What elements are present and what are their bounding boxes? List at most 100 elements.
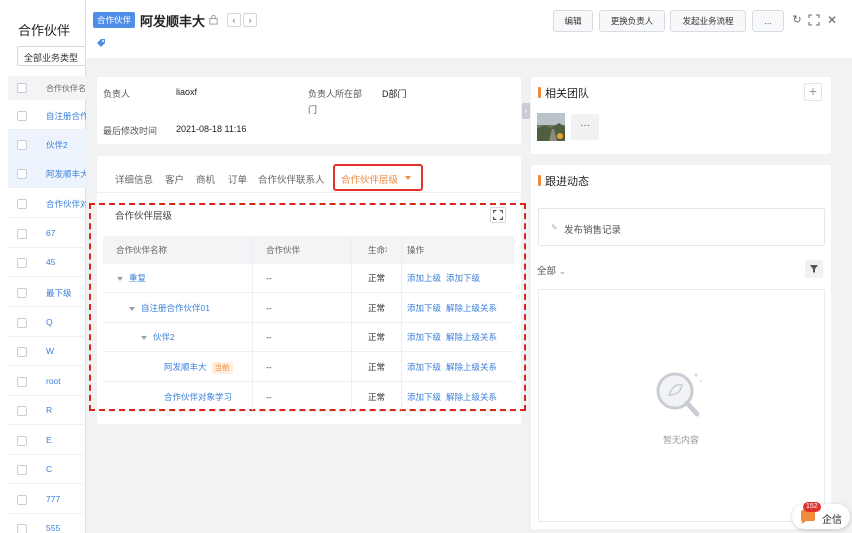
fullscreen-icon[interactable] bbox=[808, 14, 820, 26]
list-row[interactable]: E bbox=[8, 426, 86, 455]
add-child-link[interactable]: 添加下级 bbox=[407, 332, 441, 342]
row-checkbox[interactable] bbox=[17, 495, 27, 505]
row-name-link[interactable]: 777 bbox=[46, 494, 60, 504]
row-name-link[interactable]: 67 bbox=[46, 228, 55, 238]
list-row[interactable]: root bbox=[8, 367, 86, 396]
tag-link-icon[interactable] bbox=[95, 37, 107, 49]
current-badge: 当前 bbox=[211, 361, 233, 374]
remove-parent-link[interactable]: 解除上级关系 bbox=[446, 332, 497, 342]
row-name-link[interactable]: 自注册合作 bbox=[46, 110, 89, 122]
activity-filter-dropdown[interactable]: 全部 ⌄ bbox=[537, 263, 566, 277]
tab-orders[interactable]: 订单 bbox=[228, 172, 247, 186]
hierarchy-name-cell[interactable]: 合作伙伴对象学习 bbox=[164, 383, 232, 412]
row-checkbox[interactable] bbox=[17, 169, 27, 179]
list-row[interactable]: R bbox=[8, 396, 86, 425]
row-checkbox[interactable] bbox=[17, 436, 27, 446]
remove-parent-link[interactable]: 解除上级关系 bbox=[446, 392, 497, 402]
row-name-link[interactable]: W bbox=[46, 346, 54, 356]
row-name-link[interactable]: Q bbox=[46, 317, 53, 327]
list-row[interactable]: 伙伴2 bbox=[8, 130, 86, 159]
close-icon[interactable]: ✕ bbox=[826, 14, 838, 26]
row-name-link[interactable]: C bbox=[46, 464, 52, 474]
row-checkbox[interactable] bbox=[17, 199, 27, 209]
list-header: 合作伙伴名称 bbox=[8, 76, 94, 100]
row-name-link[interactable]: R bbox=[46, 405, 52, 415]
row-name-link[interactable]: root bbox=[46, 376, 61, 386]
list-row[interactable]: W bbox=[8, 337, 86, 366]
object-type-tag: 合作伙伴 bbox=[93, 12, 136, 28]
row-name-link[interactable]: 最下级 bbox=[46, 287, 72, 299]
hierarchy-name-cell[interactable]: 自注册合作伙伴01 bbox=[129, 294, 210, 323]
tab-details[interactable]: 详细信息 bbox=[115, 172, 153, 186]
column-header-partner: 合作伙伴 bbox=[252, 236, 351, 264]
expand-icon[interactable] bbox=[490, 207, 506, 223]
row-checkbox[interactable] bbox=[17, 111, 27, 121]
add-child-link[interactable]: 添加下级 bbox=[407, 362, 441, 372]
tab-partner-hierarchy[interactable]: 合作伙伴层级 bbox=[333, 164, 423, 191]
next-record-button[interactable]: › bbox=[243, 13, 257, 27]
add-member-button[interactable]: + bbox=[804, 83, 822, 101]
row-checkbox[interactable] bbox=[17, 288, 27, 298]
member-avatar[interactable] bbox=[537, 113, 565, 141]
list-row[interactable]: 阿发顺丰大 bbox=[8, 159, 89, 188]
hierarchy-name-cell[interactable]: 阿发顺丰大 当前 bbox=[164, 353, 233, 382]
add-child-link[interactable]: 添加下级 bbox=[446, 273, 480, 283]
row-checkbox[interactable] bbox=[17, 406, 27, 416]
row-checkbox[interactable] bbox=[17, 347, 27, 357]
list-row[interactable]: 67 bbox=[8, 219, 86, 248]
row-name-link[interactable]: 555 bbox=[46, 523, 60, 533]
row-checkbox[interactable] bbox=[17, 318, 27, 328]
column-divider bbox=[513, 236, 514, 264]
list-row[interactable]: 555 bbox=[8, 514, 86, 533]
prev-record-button[interactable]: ‹ bbox=[227, 13, 241, 27]
business-type-filter[interactable]: 全部业务类型 bbox=[17, 46, 86, 66]
add-child-link[interactable]: 添加下级 bbox=[407, 392, 441, 402]
tab-divider bbox=[97, 192, 521, 193]
collapse-caret-icon[interactable] bbox=[129, 306, 135, 311]
add-parent-link[interactable]: 添加上级 bbox=[407, 273, 441, 283]
collapse-caret-icon[interactable] bbox=[117, 276, 123, 281]
row-name-link[interactable]: E bbox=[46, 435, 52, 445]
more-members-button[interactable]: ··· bbox=[571, 114, 599, 140]
more-actions-button[interactable]: ... bbox=[752, 10, 784, 32]
row-name-link[interactable]: 阿发顺丰大 bbox=[46, 168, 89, 180]
hierarchy-row: 重复 -- 正常 添加上级 添加下级 bbox=[103, 264, 514, 293]
lock-icon[interactable] bbox=[208, 14, 219, 25]
tab-partner-contacts[interactable]: 合作伙伴联系人 bbox=[258, 172, 325, 186]
row-checkbox[interactable] bbox=[17, 229, 27, 239]
start-business-flow-button[interactable]: 发起业务流程 bbox=[670, 10, 746, 32]
list-row[interactable]: 最下级 bbox=[8, 278, 86, 307]
list-row[interactable]: Q bbox=[8, 308, 86, 337]
row-name-link[interactable]: 合作伙伴对 bbox=[46, 198, 89, 210]
collapse-caret-icon[interactable] bbox=[141, 335, 147, 340]
remove-parent-link[interactable]: 解除上级关系 bbox=[446, 362, 497, 372]
row-checkbox[interactable] bbox=[17, 524, 27, 533]
filter-icon[interactable] bbox=[805, 260, 823, 278]
row-checkbox[interactable] bbox=[17, 258, 27, 268]
hierarchy-name-cell[interactable]: 重复 bbox=[117, 264, 146, 293]
refresh-icon[interactable]: ↻ bbox=[791, 14, 803, 26]
remove-parent-link[interactable]: 解除上级关系 bbox=[446, 303, 497, 313]
actions-cell: 添加上级 添加下级 bbox=[407, 264, 485, 293]
list-row[interactable]: C bbox=[8, 455, 86, 484]
list-row[interactable]: 777 bbox=[8, 485, 86, 514]
collapse-handle[interactable]: › bbox=[522, 103, 530, 119]
list-row[interactable]: 合作伙伴对 bbox=[8, 189, 89, 218]
add-child-link[interactable]: 添加下级 bbox=[407, 303, 441, 313]
row-checkbox[interactable] bbox=[17, 465, 27, 475]
list-row[interactable]: 45 bbox=[8, 248, 86, 277]
edit-button[interactable]: 编辑 bbox=[553, 10, 593, 32]
tab-customers[interactable]: 客户 bbox=[165, 172, 184, 186]
hierarchy-name-cell[interactable]: 伙伴2 bbox=[141, 323, 175, 352]
select-all-checkbox[interactable] bbox=[17, 83, 27, 93]
change-owner-button[interactable]: 更换负责人 bbox=[599, 10, 665, 32]
list-row[interactable]: 自注册合作 bbox=[8, 101, 89, 130]
row-name-link[interactable]: 45 bbox=[46, 257, 55, 267]
row-name-link[interactable]: 伙伴2 bbox=[46, 139, 68, 151]
tab-opportunities[interactable]: 商机 bbox=[196, 172, 215, 186]
row-checkbox[interactable] bbox=[17, 140, 27, 150]
chat-widget[interactable]: 152 企信 bbox=[792, 502, 850, 529]
publish-sales-record-input[interactable]: ✎ 发布销售记录 bbox=[538, 208, 825, 246]
row-checkbox[interactable] bbox=[17, 377, 27, 387]
actions-cell: 添加下级 解除上级关系 bbox=[407, 383, 502, 412]
